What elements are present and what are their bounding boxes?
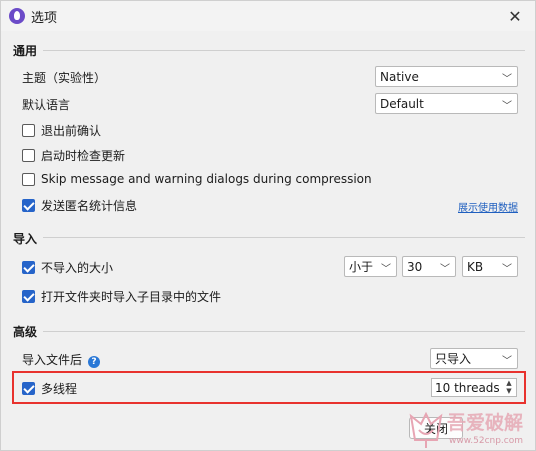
show-data-link[interactable]: 展示使用数据 (458, 199, 518, 214)
checkbox-box[interactable] (22, 382, 35, 395)
close-icon: ✕ (508, 6, 522, 26)
help-icon[interactable]: ? (88, 356, 101, 368)
threads-spinner[interactable]: 10 threads ▲ ▼ (431, 378, 517, 397)
chevron-down-icon: ﹀ (381, 264, 391, 275)
spinner-arrows[interactable]: ▲ ▼ (503, 380, 515, 395)
confirm-exit-checkbox[interactable]: 退出前确认 (22, 122, 101, 139)
checkbox-box[interactable] (22, 199, 35, 212)
language-label: 默认语言 (22, 98, 71, 112)
threads-value: 10 threads (435, 380, 500, 395)
after-import-select[interactable]: 只导入 ﹀ (430, 348, 518, 369)
checkbox-box[interactable] (22, 261, 35, 274)
section-advanced-title: 高级 (13, 325, 38, 339)
chevron-down-icon: ﹀ (440, 264, 450, 275)
chevron-down-icon: ﹀ (502, 264, 512, 275)
confirm-exit-label: 退出前确认 (41, 124, 102, 138)
send-stats-label: 发送匿名统计信息 (41, 199, 138, 213)
section-import-divider (43, 237, 525, 238)
chevron-down-icon: ﹀ (502, 356, 512, 367)
title-bar: 选项 ✕ (1, 1, 535, 31)
size-value: 30 (407, 259, 423, 274)
skip-size-checkbox[interactable]: 不导入的大小 (22, 259, 113, 276)
chevron-down-icon: ﹀ (502, 101, 512, 112)
arrow-up-icon[interactable]: ▲ (506, 380, 511, 387)
send-stats-checkbox[interactable]: 发送匿名统计信息 (22, 197, 137, 214)
size-comparator-select[interactable]: 小于 ﹀ (344, 256, 397, 277)
check-updates-label: 启动时检查更新 (41, 149, 126, 163)
close-button[interactable]: 关闭 (409, 417, 463, 439)
language-select-value: Default (380, 96, 424, 111)
skip-size-label: 不导入的大小 (41, 261, 114, 275)
size-unit-select[interactable]: KB ﹀ (462, 256, 518, 277)
chevron-down-icon: ﹀ (502, 74, 512, 85)
section-general-divider (43, 50, 525, 51)
import-subfolders-label: 打开文件夹时导入子目录中的文件 (41, 290, 222, 304)
multithread-label: 多线程 (41, 382, 78, 396)
section-import-title: 导入 (13, 232, 38, 246)
after-import-label-row: 导入文件后? (22, 351, 101, 368)
after-import-value: 只导入 (435, 352, 472, 366)
section-general-title: 通用 (13, 44, 38, 58)
window-title: 选项 (31, 11, 58, 26)
size-unit-value: KB (467, 259, 484, 274)
multithread-checkbox[interactable]: 多线程 (22, 380, 77, 397)
arrow-down-icon[interactable]: ▼ (506, 388, 511, 395)
theme-select-value: Native (380, 69, 419, 84)
import-subfolders-checkbox[interactable]: 打开文件夹时导入子目录中的文件 (22, 288, 221, 305)
app-logo-icon (9, 8, 25, 24)
size-comparator-value: 小于 (349, 260, 374, 274)
check-updates-checkbox[interactable]: 启动时检查更新 (22, 147, 125, 164)
skip-dialogs-checkbox[interactable]: Skip message and warning dialogs during … (22, 172, 372, 186)
checkbox-box[interactable] (22, 290, 35, 303)
section-advanced-divider (43, 331, 525, 332)
checkbox-box[interactable] (22, 124, 35, 137)
skip-dialogs-label: Skip message and warning dialogs during … (41, 172, 372, 186)
size-value-spinner[interactable]: 30 ﹀ (402, 256, 456, 277)
options-dialog: 选项 ✕ 通用 主题（实验性） Native ﹀ 默认语言 Default ﹀ … (0, 0, 536, 451)
close-window-button[interactable]: ✕ (495, 1, 535, 31)
language-select[interactable]: Default ﹀ (375, 93, 518, 114)
theme-label: 主题（实验性） (22, 71, 107, 85)
checkbox-box[interactable] (22, 172, 35, 186)
theme-select[interactable]: Native ﹀ (375, 66, 518, 87)
checkbox-box[interactable] (22, 149, 35, 162)
after-import-label: 导入文件后 (22, 353, 83, 367)
